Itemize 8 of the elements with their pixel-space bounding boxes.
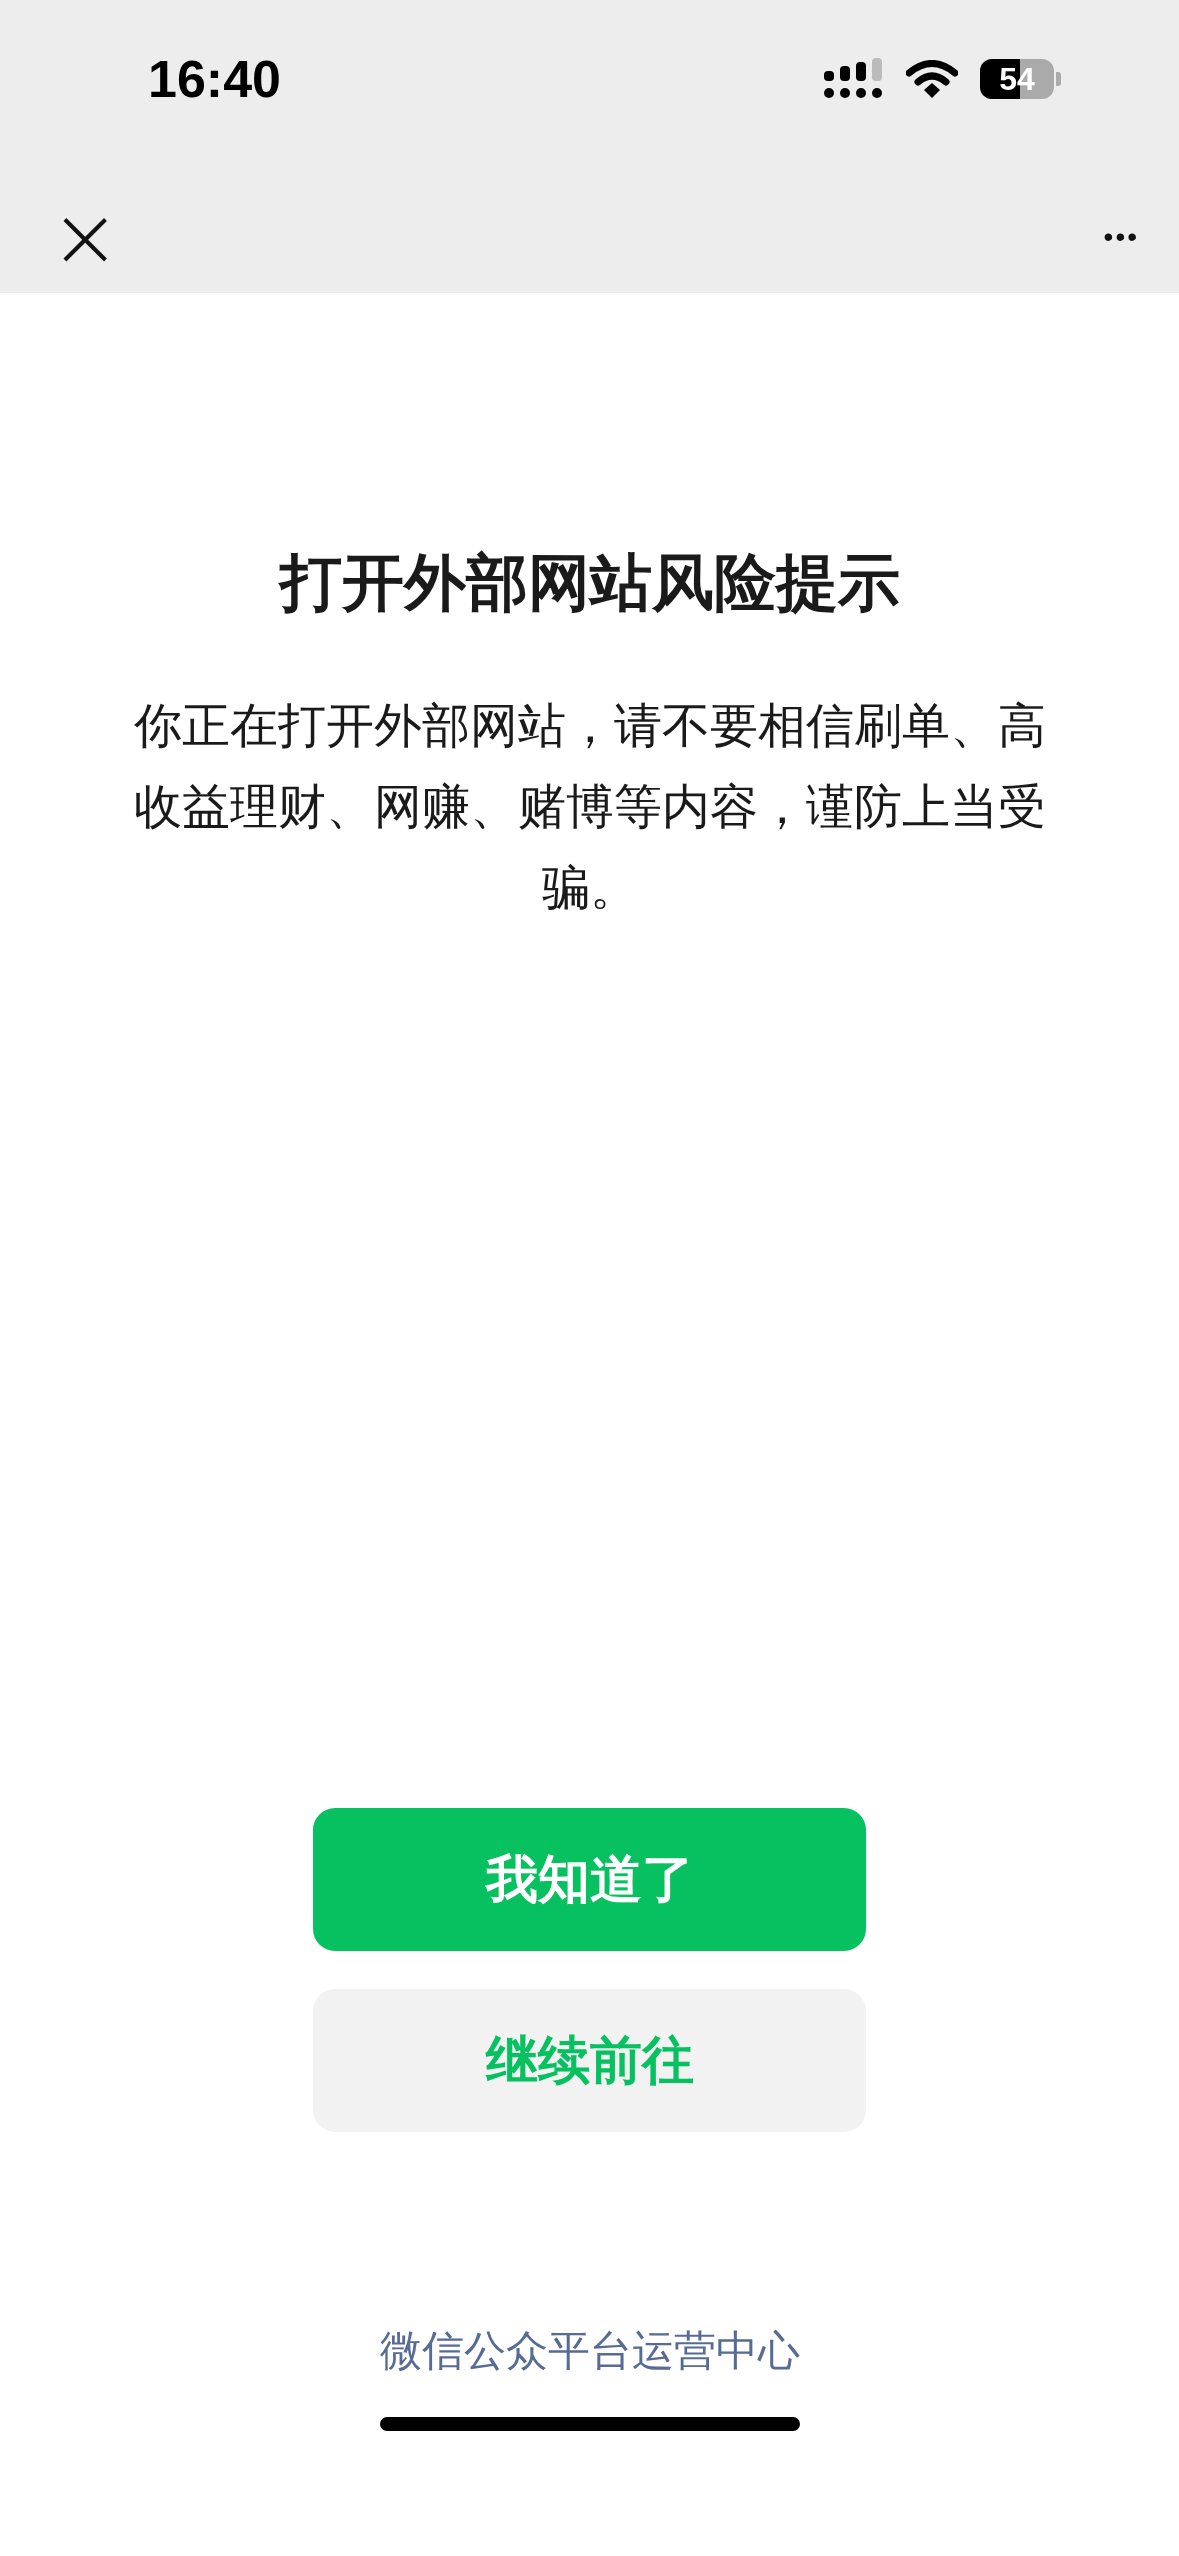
- wifi-icon: [906, 60, 958, 98]
- more-button[interactable]: •••: [1103, 220, 1139, 253]
- warning-title: 打开外部网站风险提示: [277, 545, 901, 621]
- status-time: 16:40: [148, 49, 281, 109]
- warning-message: 你正在打开外部网站，请不要相信刷单、高收益理财、网赚、赌博等内容，谨防上当受骗。: [132, 696, 1047, 917]
- close-button[interactable]: ×: [50, 194, 121, 279]
- footer-text: 微信公众平台运营中心: [378, 2325, 801, 2377]
- signal-icon: [824, 58, 884, 100]
